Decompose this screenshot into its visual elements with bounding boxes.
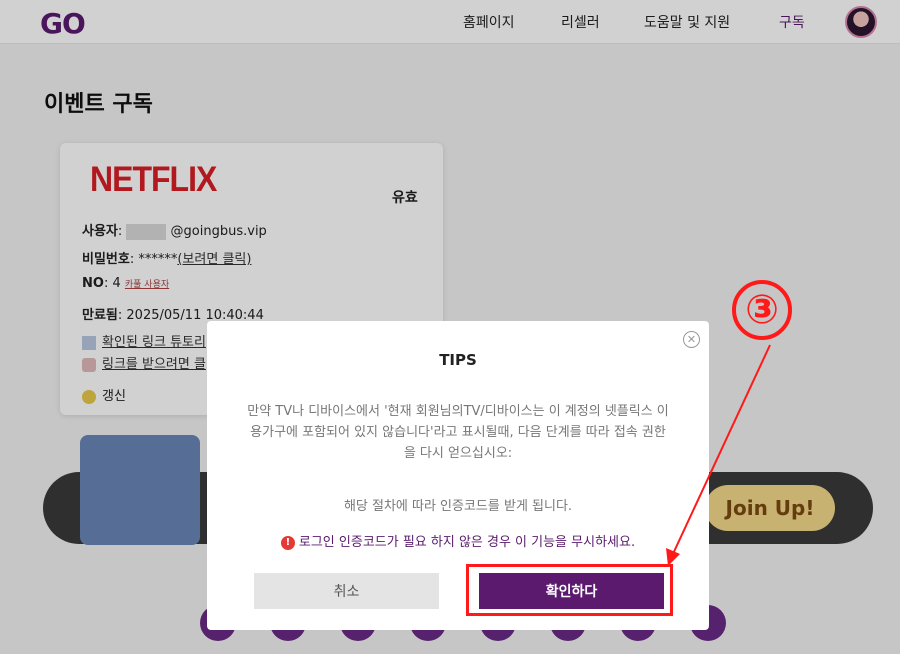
- modal-note-text: 해당 절차에 따라 인증코드를 받게 됩니다.: [343, 499, 573, 514]
- close-icon[interactable]: ✕: [683, 331, 700, 348]
- step-number-badge: ③: [732, 280, 792, 340]
- annotation-highlight-box: [466, 564, 673, 616]
- alert-icon: !: [280, 535, 295, 550]
- modal-body-text: 만약 TV나 디바이스에서 '현재 회원님의TV/디바이스는 이 계정의 넷플릭…: [247, 404, 669, 461]
- modal-title: TIPS: [439, 351, 477, 369]
- cancel-button[interactable]: 취소: [254, 573, 439, 609]
- modal-warning-text: 로그인 인증코드가 필요 하지 않은 경우 이 기능을 무시하세요.: [298, 535, 636, 550]
- modal-warning: ! 로그인 인증코드가 필요 하지 않은 경우 이 기능을 무시하세요.: [247, 531, 669, 550]
